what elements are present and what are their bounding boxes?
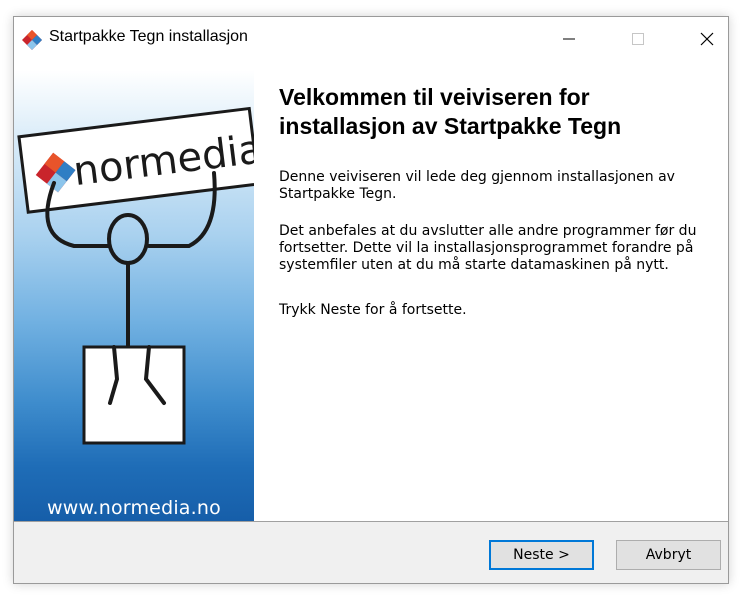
minimize-button[interactable] xyxy=(546,17,592,61)
maximize-button[interactable] xyxy=(615,17,661,61)
normedia-illustration: normedia xyxy=(17,106,254,445)
minimize-icon xyxy=(563,38,575,40)
continue-instruction: Trykk Neste for å fortsette. xyxy=(279,302,467,318)
cancel-button[interactable]: Avbryt xyxy=(616,540,721,570)
close-programs-paragraph: Det anbefales at du avslutter alle andre… xyxy=(279,223,697,273)
normedia-url: www.normedia.no xyxy=(47,497,221,519)
installer-diamond-icon xyxy=(22,30,42,50)
title-bar[interactable]: Startpakke Tegn installasjon xyxy=(14,17,728,61)
close-button[interactable] xyxy=(684,17,728,61)
installer-window: Startpakke Tegn installasjon normedia ww… xyxy=(13,16,729,584)
welcome-panel: Velkommen til veiviseren for installasjo… xyxy=(255,61,728,521)
sidebar-banner: normedia www.normedia.no xyxy=(14,61,254,521)
maximize-icon xyxy=(632,33,644,45)
next-button[interactable]: Neste > xyxy=(489,540,594,570)
button-bar: Neste > Avbryt xyxy=(14,522,728,583)
window-title: Startpakke Tegn installasjon xyxy=(49,28,248,45)
intro-paragraph: Denne veiviseren vil lede deg gjennom in… xyxy=(279,169,675,202)
welcome-heading: Velkommen til veiviseren for installasjo… xyxy=(279,84,622,139)
close-icon xyxy=(700,32,714,46)
